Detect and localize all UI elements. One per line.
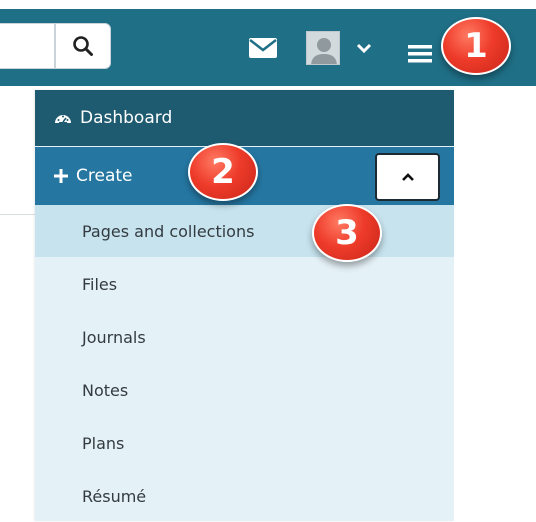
- menu-item-pages-and-collections[interactable]: Pages and collections: [35, 205, 454, 257]
- user-menu-button[interactable]: [306, 31, 378, 67]
- menu-item-resume[interactable]: Résumé: [35, 470, 454, 522]
- tachometer-icon: [55, 115, 71, 123]
- search-input[interactable]: [0, 23, 55, 69]
- search-icon: [73, 36, 93, 56]
- plus-icon: [54, 169, 68, 183]
- create-collapse-button[interactable]: [375, 153, 440, 201]
- menu-item-create-label: Create: [76, 166, 133, 186]
- menu-item-files[interactable]: Files: [35, 258, 454, 310]
- menu-item-notes[interactable]: Notes: [35, 364, 454, 416]
- menu-item-dashboard-label: Dashboard: [80, 108, 173, 128]
- callout-badge-1: 1: [441, 17, 511, 75]
- menu-item-plans[interactable]: Plans: [35, 417, 454, 469]
- menu-item-dashboard[interactable]: Dashboard: [35, 90, 454, 146]
- search-button[interactable]: [55, 23, 111, 69]
- hamburger-icon: [408, 45, 432, 63]
- callout-badge-2: 2: [188, 143, 258, 201]
- user-avatar-icon: [306, 31, 340, 65]
- main-menu-button[interactable]: [406, 43, 434, 65]
- menu-item-journals[interactable]: Journals: [35, 311, 454, 363]
- chevron-up-icon: [401, 173, 414, 181]
- chevron-down-icon: [356, 43, 372, 54]
- messages-button[interactable]: [248, 37, 278, 59]
- callout-badge-3: 3: [312, 204, 382, 262]
- envelope-icon: [249, 38, 277, 58]
- page-divider: [0, 214, 35, 215]
